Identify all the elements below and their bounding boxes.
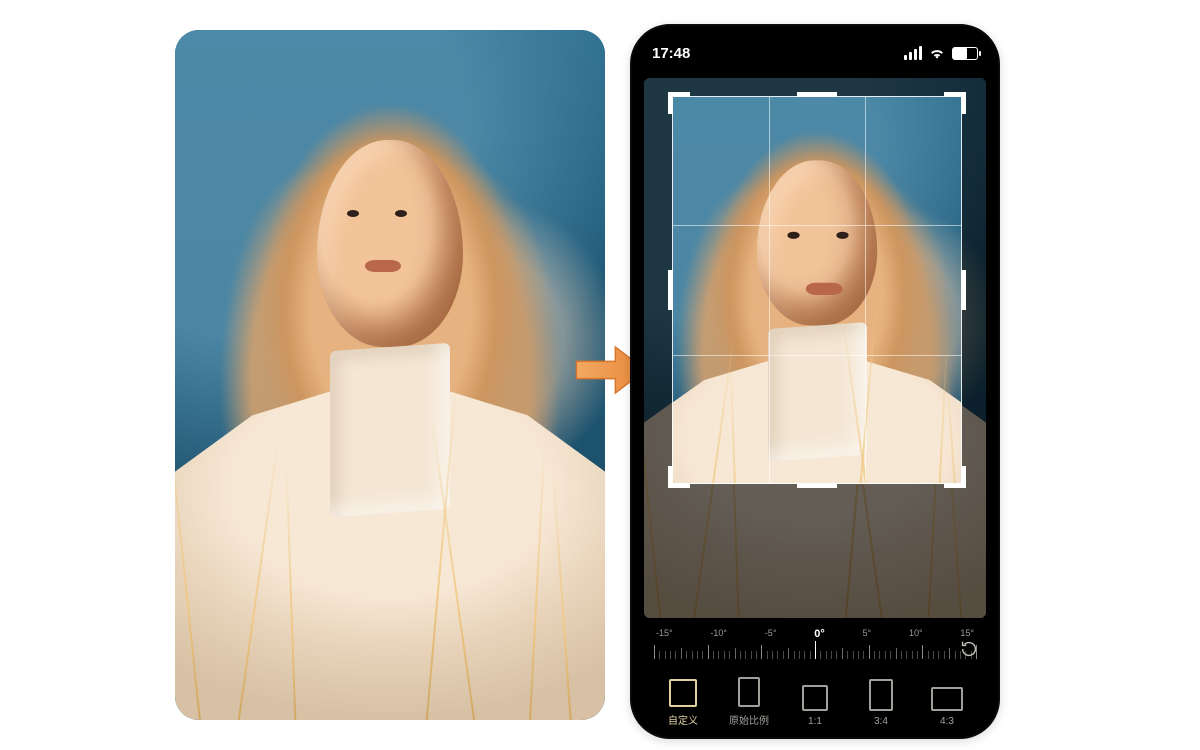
phone-frame: 17:48: [630, 24, 1000, 739]
ratio-label: 4:3: [940, 716, 954, 727]
ratio-label: 自定义: [668, 712, 698, 727]
ruler-label: 10°: [909, 628, 923, 640]
ruler-label: 5°: [863, 628, 872, 640]
ratio-option-r43[interactable]: 4:3: [924, 687, 970, 727]
ruler-label: -10°: [710, 628, 727, 640]
ruler-label: -15°: [656, 628, 673, 640]
ratio-label: 原始比例: [729, 712, 769, 727]
ruler-ticks[interactable]: [654, 643, 976, 665]
ratio-option-custom[interactable]: 自定义: [660, 679, 706, 727]
crop-box[interactable]: [672, 96, 962, 484]
battery-icon: [952, 47, 978, 60]
ratio-label: 1:1: [808, 716, 822, 727]
aspect-ratio-bar: 自定义 原始比例 1:1 3:4 4:3: [632, 667, 998, 727]
crop-handle-top[interactable]: [797, 92, 837, 97]
cellular-icon: [904, 46, 922, 60]
ratio-shape-icon: [669, 679, 697, 707]
ratio-label: 3:4: [874, 716, 888, 727]
ruler-label: -5°: [765, 628, 777, 640]
ratio-shape-icon: [869, 679, 893, 711]
crop-handle-bottom[interactable]: [797, 483, 837, 488]
source-photo: [175, 30, 605, 720]
wifi-icon: [928, 46, 946, 60]
ratio-option-r11[interactable]: 1:1: [792, 685, 838, 727]
status-bar: 17:48: [632, 26, 998, 70]
ratio-shape-icon: [802, 685, 828, 711]
ratio-shape-icon: [738, 677, 760, 707]
crop-handle-right[interactable]: [961, 270, 966, 310]
crop-canvas[interactable]: [644, 78, 986, 618]
ratio-shape-icon: [931, 687, 963, 711]
crop-handle-left[interactable]: [668, 270, 673, 310]
reset-rotation-icon[interactable]: [958, 638, 982, 662]
status-time: 17:48: [652, 45, 690, 62]
ruler-label: 0°: [814, 628, 825, 640]
ratio-option-original[interactable]: 原始比例: [726, 677, 772, 727]
ratio-option-r34[interactable]: 3:4: [858, 679, 904, 727]
